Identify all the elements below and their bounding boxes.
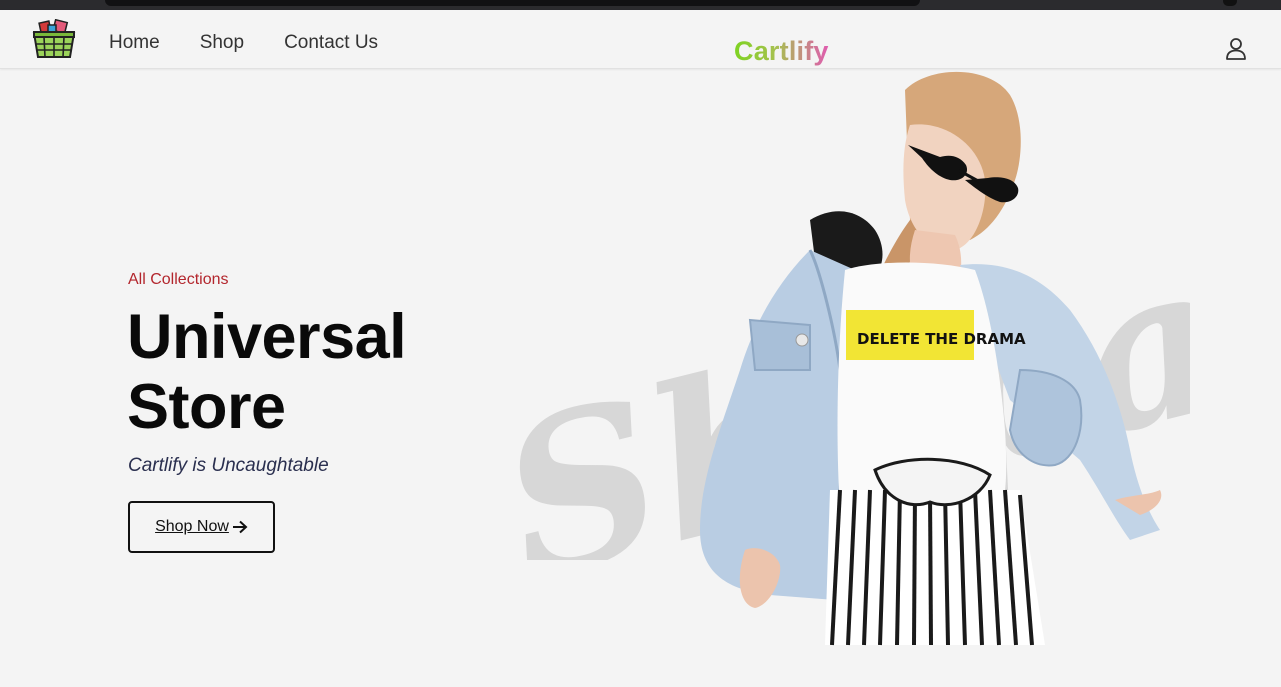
brand-logo-text: Cartlify: [734, 36, 829, 66]
browser-top-strip: [0, 0, 1281, 10]
shirt-print-text: DELETE THE DRAMA: [857, 330, 1026, 348]
browser-indicator: [1223, 0, 1237, 6]
brand-logo[interactable]: Cartlify: [734, 34, 844, 68]
shopping-basket-icon[interactable]: [32, 19, 76, 59]
user-icon[interactable]: [1225, 37, 1247, 61]
nav-link-shop[interactable]: Shop: [200, 32, 244, 54]
nav-link-home[interactable]: Home: [109, 32, 160, 54]
shop-now-label: Shop Now: [155, 518, 229, 535]
hero-title-line2: Store: [127, 372, 286, 442]
nav-links: Home Shop Contact Us: [109, 32, 378, 54]
hero-title-line1: Universal: [127, 302, 407, 372]
nav-link-contact-us[interactable]: Contact Us: [284, 32, 378, 54]
arrow-right-icon: [232, 520, 248, 534]
shop-now-button[interactable]: Shop Now: [128, 501, 275, 553]
browser-address-bar: [105, 0, 920, 6]
navbar: Home Shop Contact Us Cartlify: [0, 10, 1281, 69]
hero-title: Universal Store: [127, 302, 487, 442]
hero-eyebrow: All Collections: [128, 271, 229, 288]
brand-name: Cartlify: [734, 36, 829, 66]
hero-tagline: Cartlify is Uncaughtable: [128, 455, 329, 476]
hero-model-image: DELETE THE DRAMA: [700, 71, 1162, 646]
